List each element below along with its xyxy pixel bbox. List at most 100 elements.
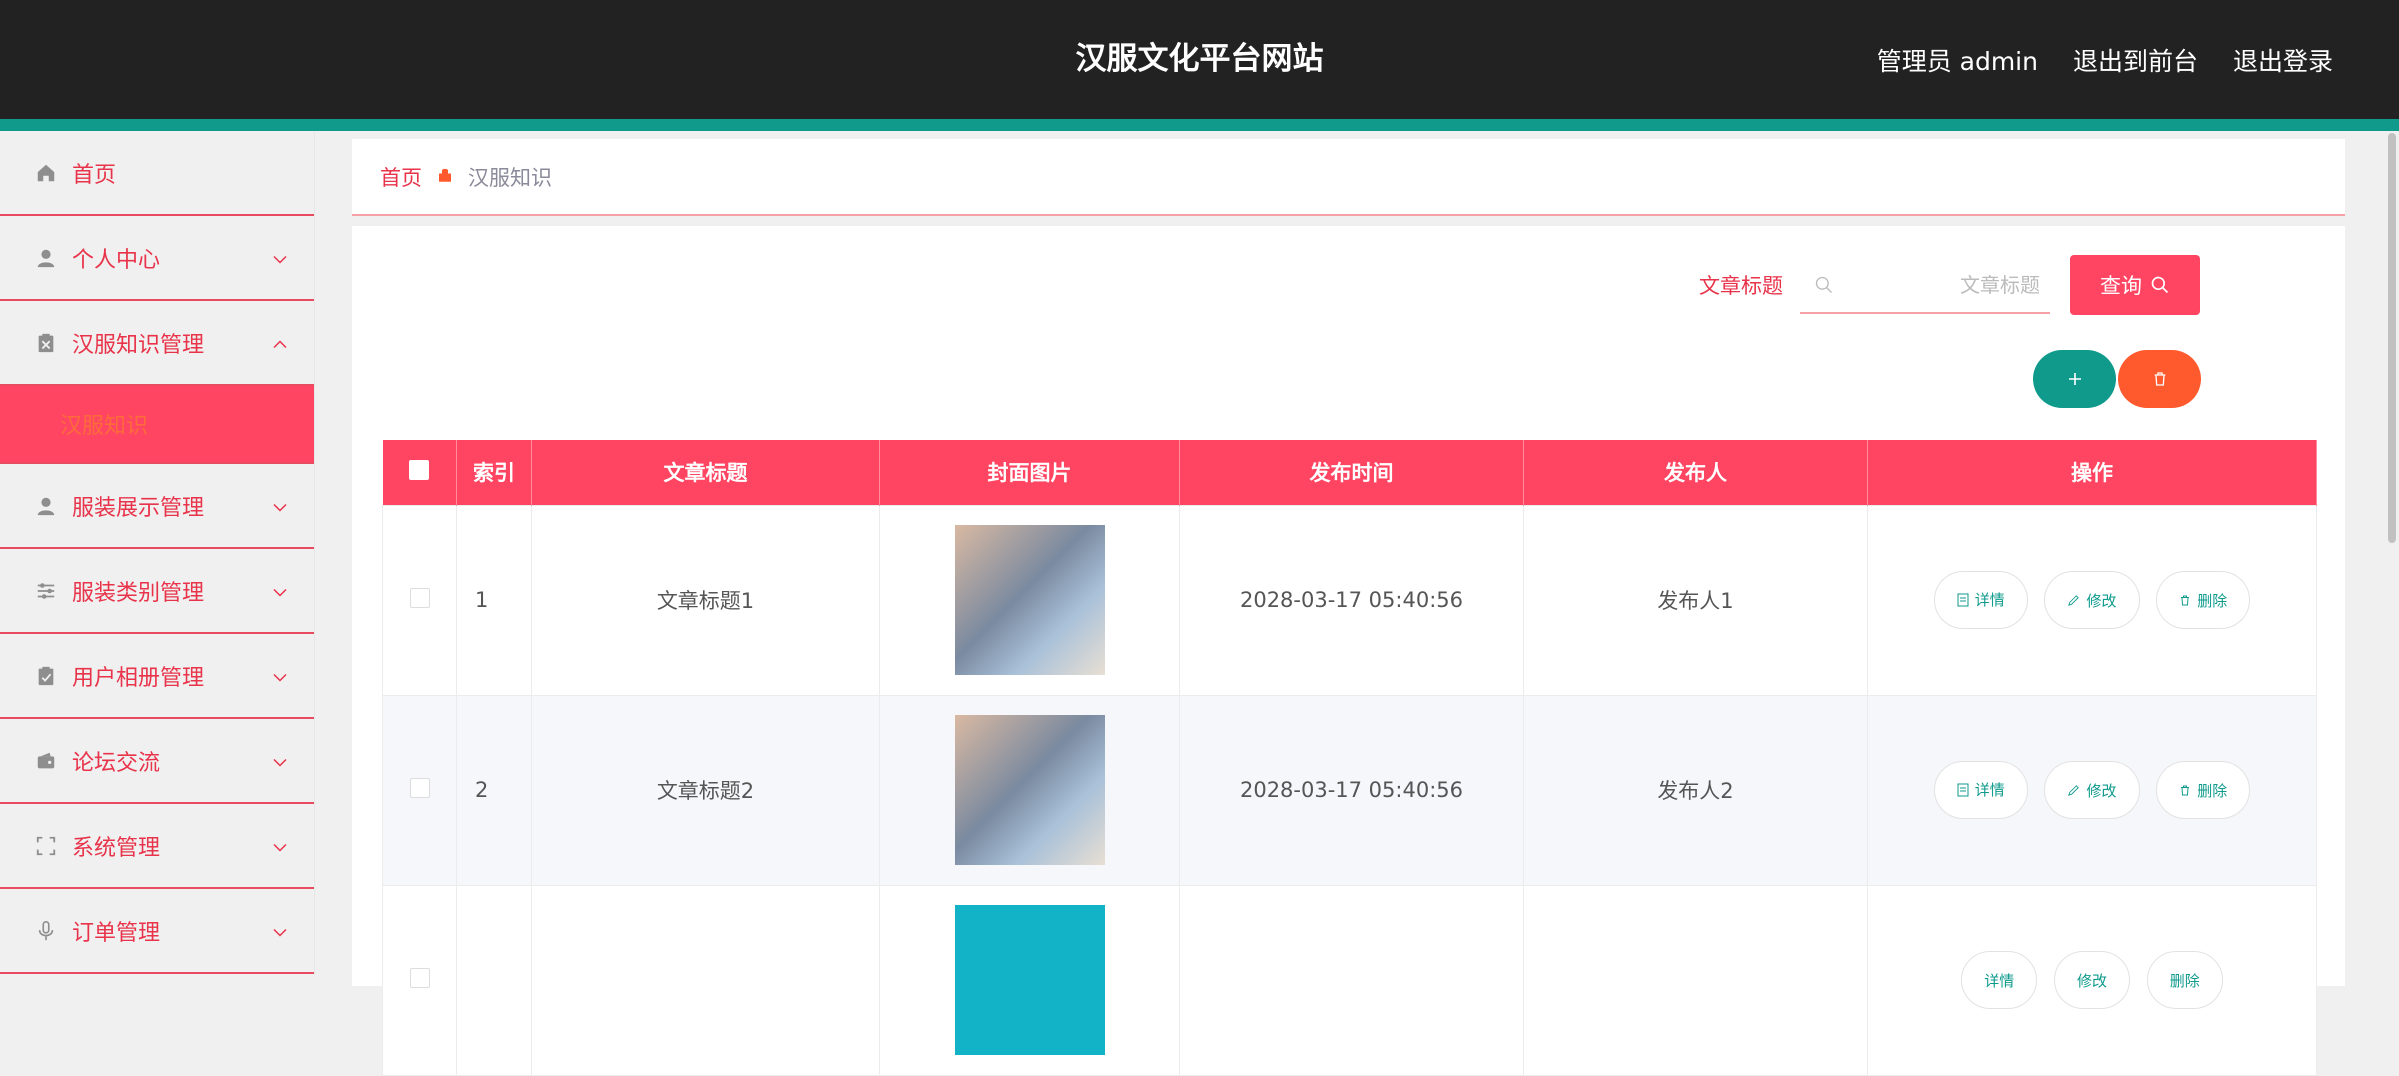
sidebar-item-personal-center[interactable]: 个人中心 — [0, 216, 314, 301]
plus-icon — [2068, 373, 2081, 385]
wallet-icon — [34, 749, 58, 773]
delete-button[interactable]: 删除 — [2146, 951, 2223, 1009]
search-input[interactable] — [1840, 256, 2040, 314]
pencil-icon — [2068, 784, 2080, 796]
sidebar-item-label: 订单管理 — [72, 920, 161, 946]
pencil-icon — [2068, 594, 2080, 606]
sliders-icon — [34, 579, 58, 603]
column-header: 封面图片 — [879, 440, 1180, 505]
chevron-down-icon — [272, 833, 288, 858]
row-time — [1179, 884, 1524, 1076]
breadcrumb-separator-icon — [436, 165, 454, 189]
table-row: 2 文章标题2 2028-03-17 05:40:56 发布人2 详情 修改 删… — [382, 694, 2317, 886]
column-header: 发布人 — [1523, 440, 1868, 505]
home-icon — [34, 161, 58, 185]
chevron-up-icon — [272, 330, 288, 355]
clipboard-icon — [34, 664, 58, 688]
logout-link[interactable]: 退出登录 — [2233, 42, 2333, 78]
edit-label: 修改 — [2076, 971, 2107, 990]
column-header: 索引 — [456, 440, 532, 505]
sidebar-item-home[interactable]: 首页 — [0, 131, 314, 216]
select-all-checkbox[interactable] — [409, 459, 430, 480]
top-links: 管理员 admin 退出到前台 退出登录 — [1877, 0, 2333, 119]
search-icon — [1815, 276, 1832, 293]
sidebar: 首页 个人中心 汉服知识管理 汉服知识 服装展示管理 服装类别管理 用户相册管理 — [0, 131, 315, 975]
trash-icon — [2181, 595, 2190, 606]
sidebar-subitem-hanfu-knowledge[interactable]: 汉服知识 — [0, 386, 314, 464]
row-actions: 详情 修改 删除 — [1867, 694, 2317, 886]
edit-button[interactable]: 修改 — [2044, 571, 2140, 630]
sidebar-item-forum[interactable]: 论坛交流 — [0, 719, 314, 804]
chevron-down-icon — [272, 663, 288, 688]
breadcrumb: 首页 汉服知识 — [352, 139, 2345, 216]
detail-button[interactable]: 详情 — [1933, 570, 2028, 629]
chevron-down-icon — [272, 918, 288, 943]
detail-button[interactable]: 详情 — [1933, 760, 2028, 819]
sidebar-item-label: 系统管理 — [72, 835, 161, 861]
sidebar-item-order-mgmt[interactable]: 订单管理 — [0, 889, 314, 974]
delete-button[interactable]: 删除 — [2156, 761, 2251, 820]
edit-button[interactable]: 修改 — [2044, 761, 2140, 820]
breadcrumb-home[interactable]: 首页 — [380, 162, 422, 192]
sidebar-item-label: 汉服知识管理 — [72, 332, 205, 358]
detail-label: 详情 — [1974, 591, 2005, 610]
row-title — [531, 884, 880, 1076]
delete-button[interactable]: 删除 — [2156, 571, 2251, 630]
row-time: 2028-03-17 05:40:56 — [1179, 694, 1524, 886]
column-header: 文章标题 — [531, 440, 880, 505]
page-scrollbar[interactable] — [2385, 131, 2399, 975]
row-title: 文章标题1 — [531, 504, 880, 696]
delete-label: 删除 — [2197, 781, 2228, 800]
sidebar-item-label: 个人中心 — [72, 247, 161, 273]
scrollbar-thumb[interactable] — [2388, 133, 2396, 543]
sidebar-item-label: 论坛交流 — [72, 750, 161, 776]
query-button-label: 查询 — [2100, 275, 2142, 298]
clipboard-icon — [34, 331, 58, 355]
table-row: 详情 修改 删除 — [382, 884, 2317, 1076]
detail-button[interactable]: 详情 — [1961, 951, 2038, 1009]
sidebar-item-system-mgmt[interactable]: 系统管理 — [0, 804, 314, 889]
add-button[interactable] — [2033, 350, 2116, 408]
trash-icon — [2154, 372, 2165, 386]
mic-icon — [34, 919, 58, 943]
user-icon — [34, 494, 58, 518]
row-checkbox[interactable] — [409, 967, 430, 988]
cover-image — [954, 525, 1105, 675]
row-checkbox[interactable] — [409, 777, 430, 798]
document-icon — [1957, 783, 1969, 797]
column-header: 操作 — [1867, 440, 2317, 505]
trash-icon — [2181, 785, 2190, 796]
delete-label: 删除 — [2169, 971, 2200, 990]
sidebar-item-clothing-display-mgmt[interactable]: 服装展示管理 — [0, 464, 314, 549]
row-author — [1523, 884, 1868, 1076]
row-index: 2 — [456, 694, 532, 886]
sidebar-item-user-album-mgmt[interactable]: 用户相册管理 — [0, 634, 314, 719]
sidebar-item-hanfu-knowledge-mgmt[interactable]: 汉服知识管理 — [0, 301, 314, 386]
row-title: 文章标题2 — [531, 694, 880, 886]
row-time: 2028-03-17 05:40:56 — [1179, 504, 1524, 696]
frame-icon — [34, 834, 58, 858]
row-checkbox[interactable] — [409, 587, 430, 608]
chevron-down-icon — [272, 245, 288, 270]
chevron-down-icon — [272, 748, 288, 773]
sidebar-item-label: 服装类别管理 — [72, 580, 205, 606]
search-icon — [2151, 276, 2169, 294]
row-author: 发布人2 — [1523, 694, 1868, 886]
content-panel: 文章标题 查询 索引 文章标题 封面图片 发布 — [352, 226, 2345, 1076]
delete-label: 删除 — [2197, 591, 2228, 610]
sidebar-item-clothing-category-mgmt[interactable]: 服装类别管理 — [0, 549, 314, 634]
select-all-checkbox-cell — [382, 440, 457, 505]
breadcrumb-current: 汉服知识 — [468, 165, 552, 190]
edit-button[interactable]: 修改 — [2053, 951, 2130, 1009]
column-header: 发布时间 — [1179, 440, 1524, 505]
to-front-link[interactable]: 退出到前台 — [2073, 42, 2198, 78]
detail-label: 详情 — [1984, 971, 2015, 990]
query-button[interactable]: 查询 — [2070, 255, 2200, 315]
chevron-down-icon — [272, 578, 288, 603]
document-icon — [1957, 593, 1969, 607]
row-index — [456, 884, 532, 1076]
user-icon — [34, 246, 58, 270]
batch-delete-button[interactable] — [2118, 350, 2201, 408]
top-bar-accent — [0, 119, 2399, 131]
cover-image — [954, 905, 1105, 1055]
